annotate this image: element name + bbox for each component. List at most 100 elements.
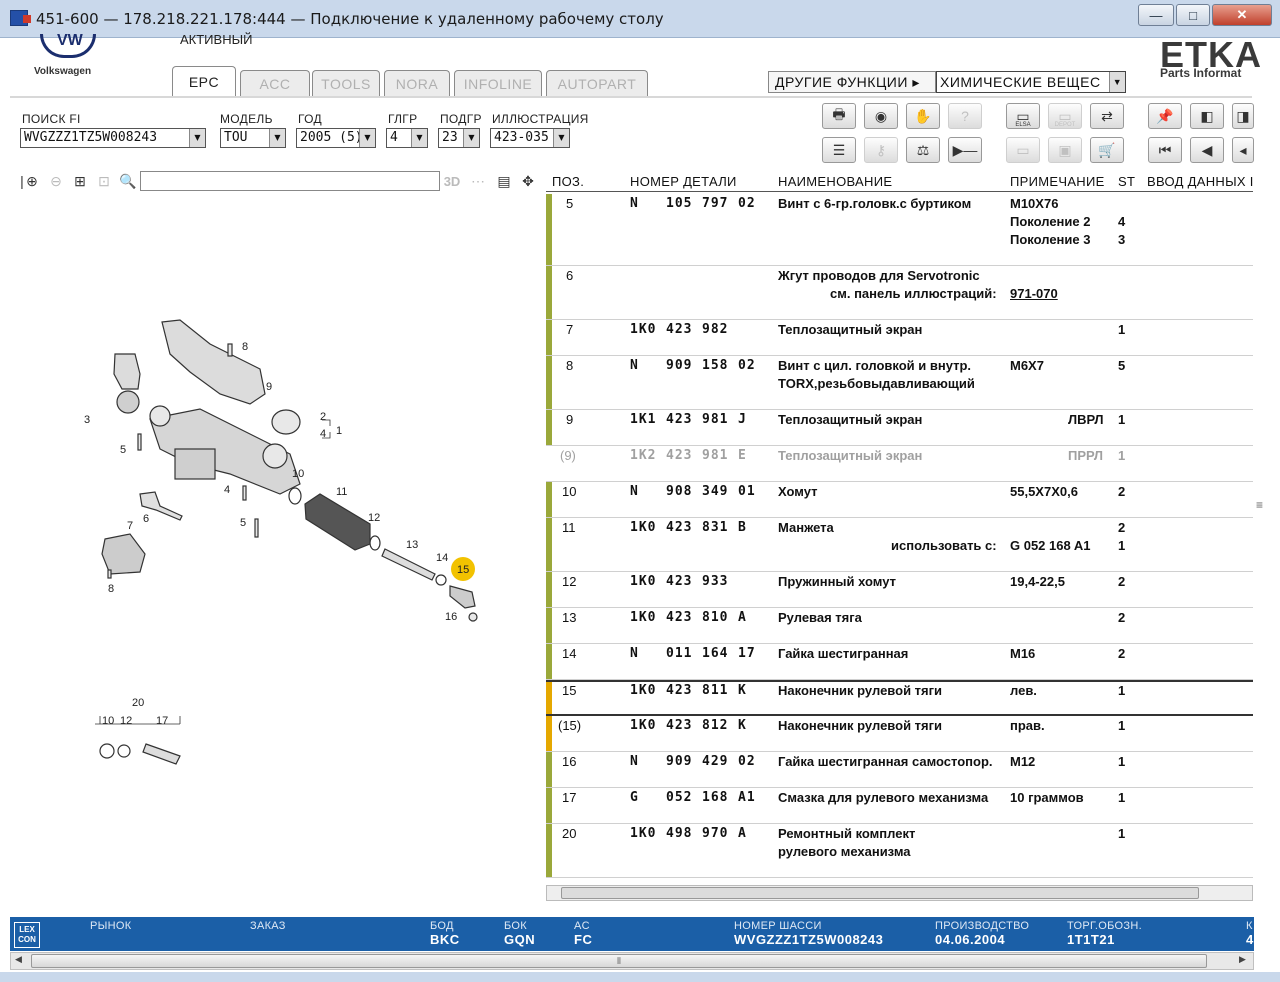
minimize-button[interactable]: — xyxy=(1138,4,1174,26)
other-functions-button[interactable]: ДРУГИЕ ФУНКЦИИ ▸ xyxy=(768,71,936,93)
table-row[interactable]: 8 N 909 158 02 Винт с цил. головкой и вн… xyxy=(546,356,1253,410)
split-view-icon[interactable]: ▤ xyxy=(494,171,514,191)
scrollbar-thumb[interactable]: ⦀ xyxy=(31,954,1207,968)
depot-button[interactable]: ▭ DEPOT xyxy=(1048,103,1082,129)
diagram-label[interactable]: 8 xyxy=(108,583,114,595)
first-page-icon[interactable]: ⏮ xyxy=(1148,137,1182,163)
zoom-100-icon[interactable]: ⊡ xyxy=(94,171,114,191)
diagram-label[interactable]: 13 xyxy=(406,539,418,551)
diagram-label[interactable]: 1 xyxy=(336,425,342,437)
table-row[interactable]: 6 Жгут проводов для Servotronic см. пане… xyxy=(546,266,1253,320)
diagram-label[interactable]: 5 xyxy=(120,444,126,456)
diagram-label[interactable]: 6 xyxy=(143,513,149,525)
column-st[interactable]: ST xyxy=(1118,174,1135,189)
diagram-label[interactable]: 5 xyxy=(240,517,246,529)
book-icon[interactable]: ◨ xyxy=(1232,103,1254,129)
diagram-search-input[interactable] xyxy=(140,171,440,191)
year-select[interactable]: 2005 (5) ▼ xyxy=(296,128,376,148)
table-row[interactable]: 9 1K1 423 981 J Теплозащитный экран ЛВРЛ… xyxy=(546,410,1253,446)
scroll-left-icon[interactable]: ◀ xyxy=(15,954,22,965)
diagram-label[interactable]: 3 xyxy=(84,414,90,426)
3d-icon[interactable]: 3D xyxy=(442,171,462,191)
table-row[interactable]: (9) 1K2 423 981 E Теплозащитный экран ПР… xyxy=(546,446,1253,482)
search-icon[interactable]: 🔍 xyxy=(118,171,138,191)
tab-epc[interactable]: EPC xyxy=(172,66,236,96)
sub-group-select[interactable]: 23 ▼ xyxy=(438,128,480,148)
prev-icon[interactable]: ◂ xyxy=(1232,137,1254,163)
tab-autopart[interactable]: AUTOPART xyxy=(546,70,648,96)
table-row[interactable]: 20 1K0 498 970 A Ремонтный комплект руле… xyxy=(546,824,1253,878)
table-row[interactable]: 16 N 909 429 02 Гайка шестигранная самос… xyxy=(546,752,1253,788)
diagram-label[interactable]: 10 xyxy=(292,468,304,480)
cart-transfer-icon[interactable]: ⇄ xyxy=(1090,103,1124,129)
diagram-label[interactable]: 12 xyxy=(368,512,380,524)
diagram-label[interactable]: 17 xyxy=(156,715,168,727)
column-note[interactable]: ПРИМЕЧАНИЕ xyxy=(1010,174,1105,189)
audio-icon[interactable]: ◉ xyxy=(864,103,898,129)
zoom-fit-icon[interactable]: ⊞ xyxy=(70,171,90,191)
table-row[interactable]: (15) 1K0 423 812 K Наконечник рулевой тя… xyxy=(546,716,1253,752)
main-group-select[interactable]: 4 ▼ xyxy=(386,128,428,148)
scale-icon[interactable]: ⚖ xyxy=(906,137,940,163)
diagram-label[interactable]: 14 xyxy=(436,552,448,564)
column-part-number[interactable]: НОМЕР ДЕТАЛИ xyxy=(630,174,737,189)
help-icon[interactable]: ? xyxy=(948,103,982,129)
diagram-label[interactable]: 16 xyxy=(445,611,457,623)
table-row[interactable]: 14 N 011 164 17 Гайка шестигранная M16 2 xyxy=(546,644,1253,680)
search-fi-input[interactable]: WVGZZZ1TZ5W008243 ▼ xyxy=(20,128,206,148)
table-row[interactable]: 12 1K0 423 933 Пружинный хомут 19,4-22,5… xyxy=(546,572,1253,608)
illustration-link[interactable]: 971-070 xyxy=(1010,286,1058,301)
elsa-button[interactable]: ▭ ELSA xyxy=(1006,103,1040,129)
diagram-label[interactable]: 2 xyxy=(320,411,326,423)
diagram-label[interactable]: 8 xyxy=(242,341,248,353)
tab-infoline[interactable]: INFOLINE xyxy=(454,70,542,96)
basket-disabled-icon[interactable]: ▣ xyxy=(1048,137,1082,163)
use-with-value[interactable]: G 052 168 A1 xyxy=(1010,538,1090,553)
play-icon[interactable]: ▶— xyxy=(948,137,982,163)
pin-icon[interactable]: 📌 xyxy=(1148,103,1182,129)
handshake-icon[interactable]: ✋ xyxy=(906,103,940,129)
tab-acc[interactable]: ACC xyxy=(240,70,310,96)
table-row[interactable]: 17 G 052 168 A1 Смазка для рулевого меха… xyxy=(546,788,1253,824)
key-icon[interactable]: ⚷ xyxy=(864,137,898,163)
table-row[interactable]: 11 1K0 423 831 B Манжета 2 использовать … xyxy=(546,518,1253,572)
zoom-out-icon[interactable]: ⊖ xyxy=(46,171,66,191)
table-row[interactable]: 5 N 105 797 02 Винт с 6-гр.головк.с бурт… xyxy=(546,194,1253,266)
table-row[interactable]: 10 N 908 349 01 Хомут 55,5X7X0,6 2 xyxy=(546,482,1253,518)
scroll-right-icon[interactable]: ▶ xyxy=(1239,954,1246,965)
diagram-label-selected[interactable]: 15 xyxy=(457,564,469,576)
scrollbar-thumb[interactable] xyxy=(561,887,1199,899)
diagram-label[interactable]: 20 xyxy=(132,697,144,709)
basket-icon[interactable]: 🛒 xyxy=(1090,137,1124,163)
tab-tools[interactable]: TOOLS xyxy=(312,70,380,96)
column-pos[interactable]: ПОЗ. xyxy=(552,174,584,189)
diagram-label[interactable]: 9 xyxy=(266,381,272,393)
table-row[interactable]: 13 1K0 423 810 A Рулевая тяга 2 xyxy=(546,608,1253,644)
diagram-label[interactable]: 12 xyxy=(120,715,132,727)
illustration-select[interactable]: 423-035 ▼ xyxy=(490,128,570,148)
diagram-label[interactable]: 11 xyxy=(336,486,347,498)
chemicals-select[interactable]: ХИМИЧЕСКИЕ ВЕЩЕС ▼ xyxy=(936,71,1126,93)
splitter-handle-icon[interactable]: ≡ xyxy=(1256,498,1263,512)
grid-icon[interactable]: ⋯ xyxy=(466,171,490,191)
zoom-in-icon[interactable]: ⊕ xyxy=(22,171,42,191)
tab-nora[interactable]: NORA xyxy=(384,70,450,96)
window-horizontal-scrollbar[interactable]: ◀ ⦀ ▶ xyxy=(10,952,1254,970)
compare-icon[interactable]: ▭ xyxy=(1006,137,1040,163)
resize-icon[interactable]: ✥ xyxy=(518,171,538,191)
diagram-label[interactable]: 4 xyxy=(320,428,326,440)
print-icon[interactable]: 🖶 xyxy=(822,103,856,129)
exploded-diagram[interactable]: 8 9 2 4 1 3 5 10 11 4 12 6 13 14 15 16 7… xyxy=(10,194,540,884)
diagram-label[interactable]: 4 xyxy=(224,484,230,496)
table-row-selected[interactable]: 15 1K0 423 811 K Наконечник рулевой тяги… xyxy=(546,680,1253,716)
column-input[interactable]: ВВОД ДАННЫХ І xyxy=(1147,174,1254,189)
diagram-label[interactable]: 10 xyxy=(102,715,114,727)
column-name[interactable]: НАИМЕНОВАНИЕ xyxy=(778,174,892,189)
diagram-label[interactable]: 7 xyxy=(127,520,133,532)
model-select[interactable]: TOU ▼ xyxy=(220,128,286,148)
book-prev-icon[interactable]: ◧ xyxy=(1190,103,1224,129)
prev-page-icon[interactable]: ◀ xyxy=(1190,137,1224,163)
table-horizontal-scrollbar[interactable] xyxy=(546,885,1253,901)
maximize-button[interactable]: □ xyxy=(1176,4,1210,26)
table-row[interactable]: 7 1K0 423 982 Теплозащитный экран 1 xyxy=(546,320,1253,356)
